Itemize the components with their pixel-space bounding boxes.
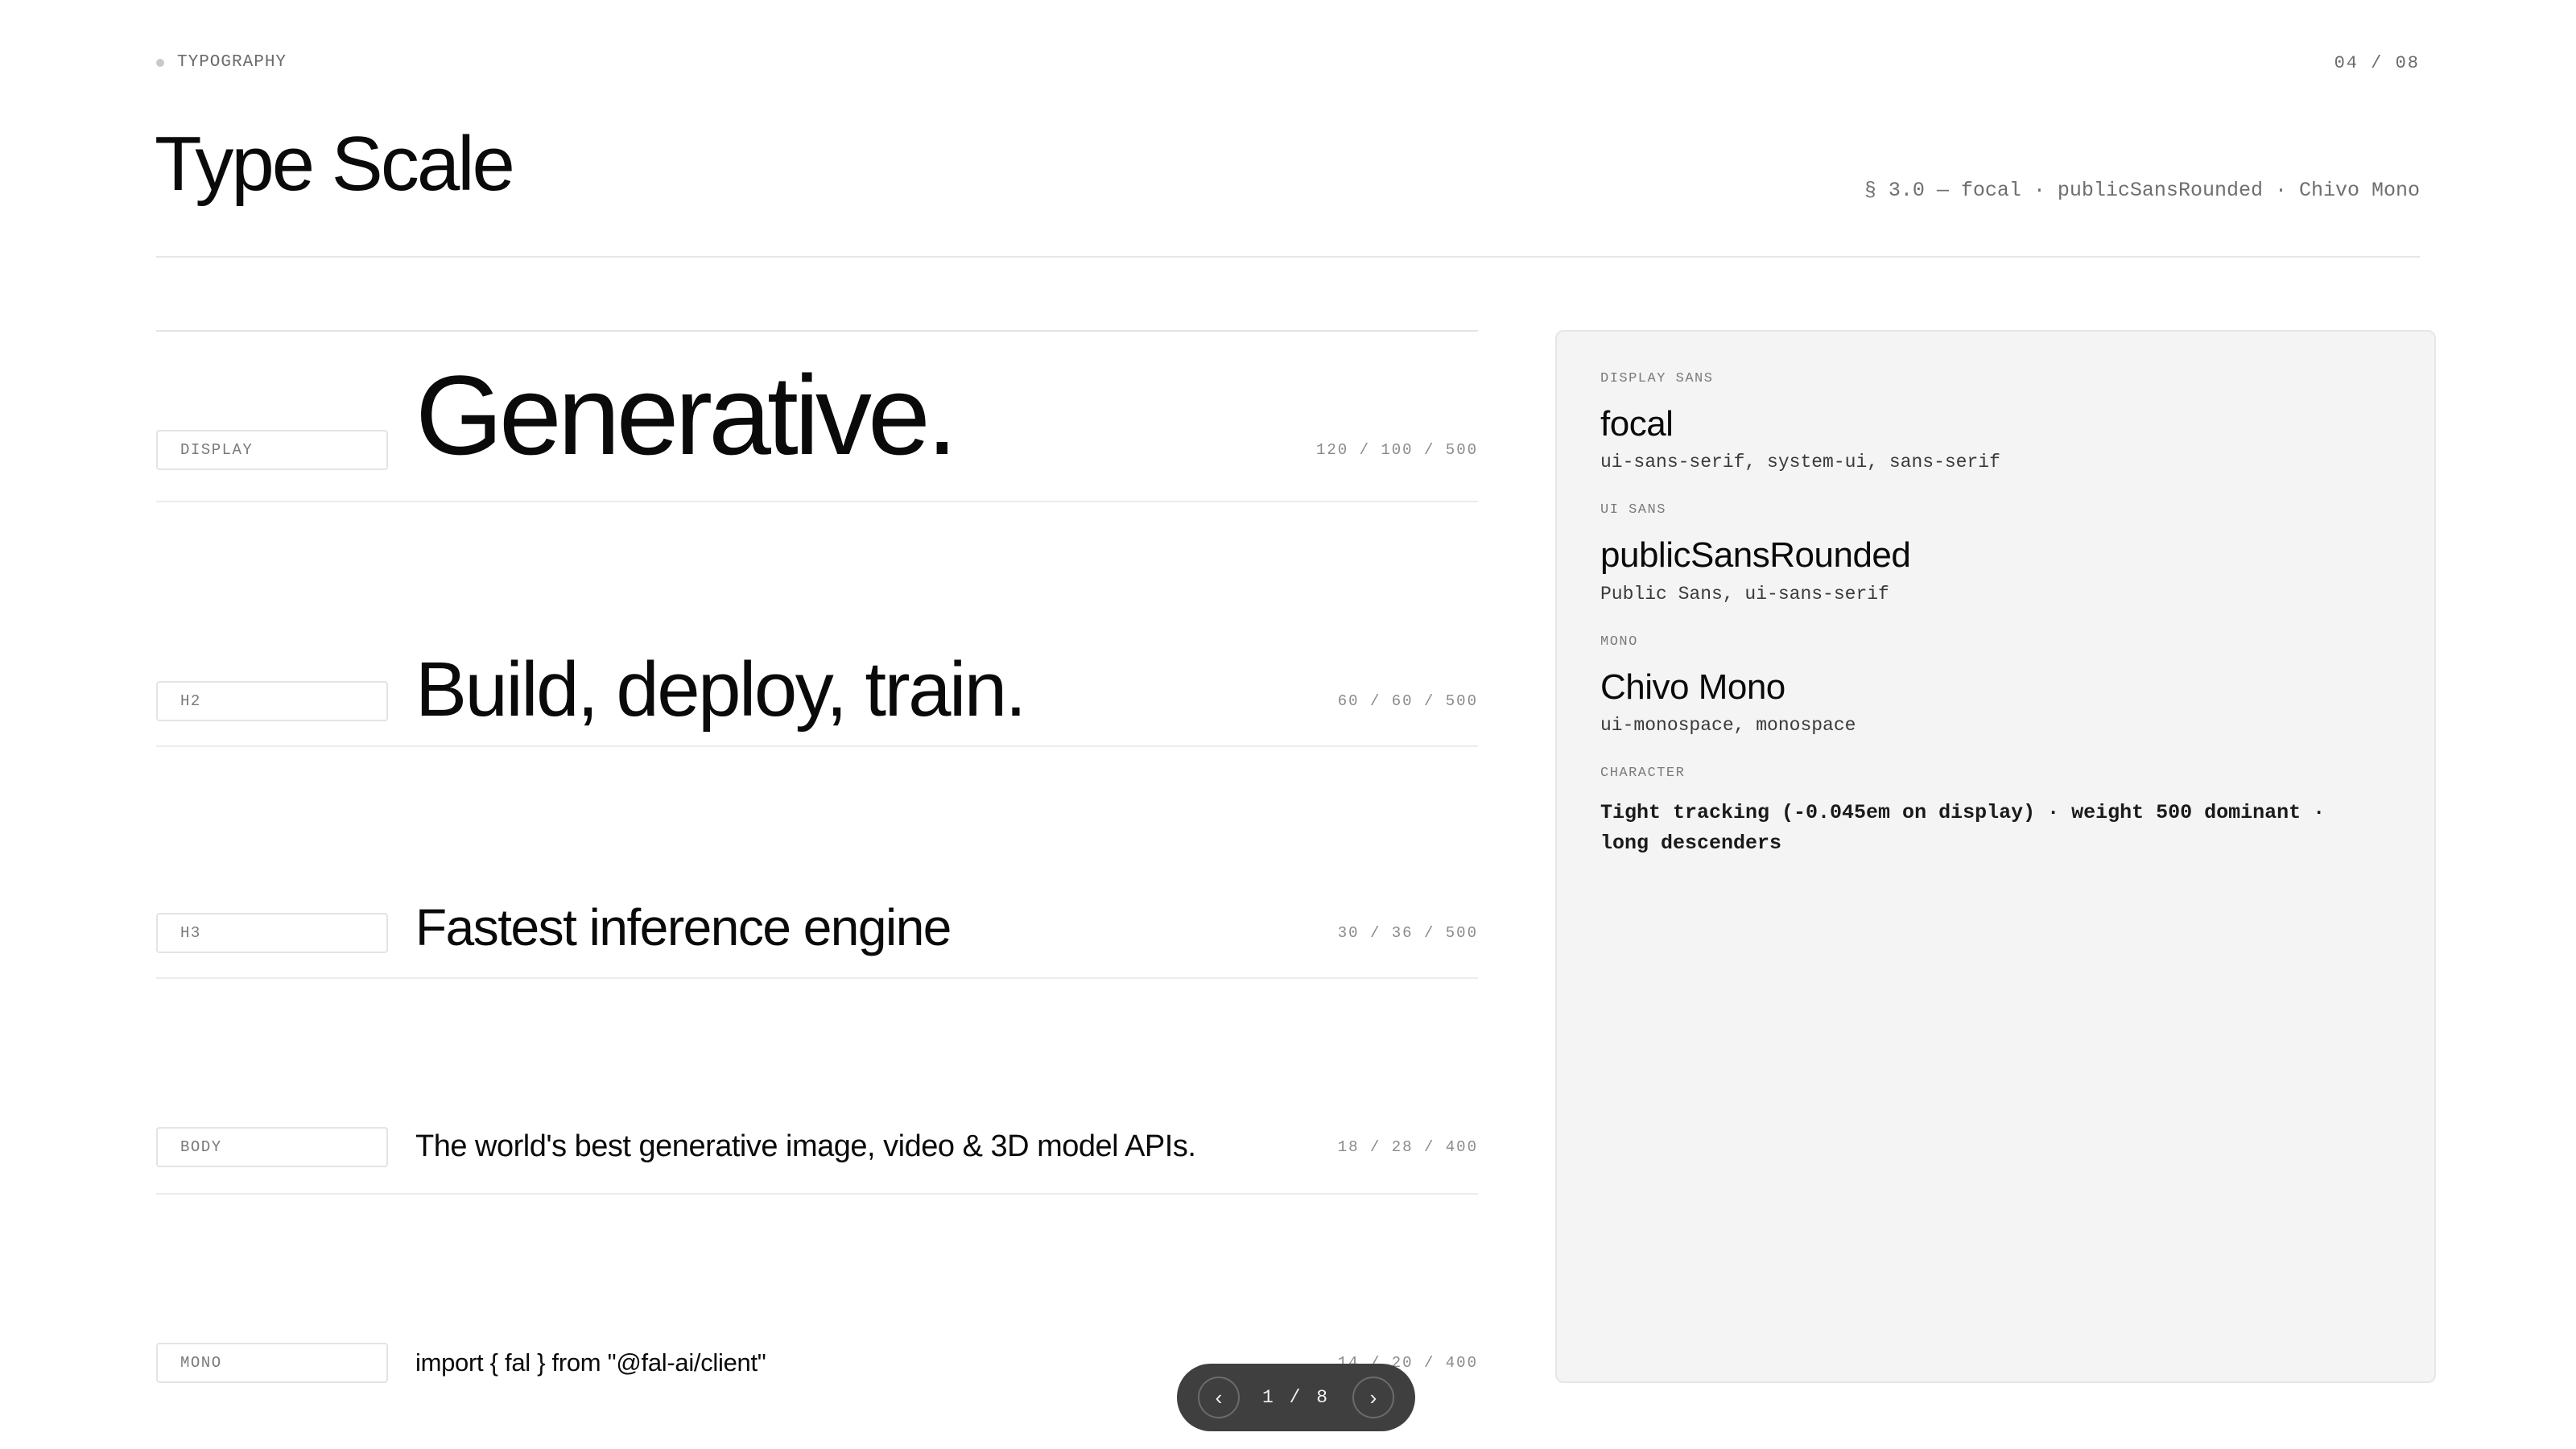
bullet-dot-icon [156,58,164,67]
scale-tag-mono: MONO [156,1343,388,1383]
scale-row-h3: H3 Fastest inference engine 30 / 36 / 50… [156,747,1478,979]
section-eyebrow: TYPOGRAPHY [156,53,287,72]
font-group-display-sans: DISPLAY SANS focal ui-sans-serif, system… [1600,372,2391,473]
font-summary: § 3.0 — focal · publicSansRounded · Chiv… [1864,179,2420,202]
font-group-ui-sans: UI SANS publicSansRounded Public Sans, u… [1600,503,2391,604]
scale-row-body: BODY The world's best generative image, … [156,979,1478,1195]
scale-metrics-body: 18 / 28 / 400 [1337,1138,1478,1156]
font-family-name: publicSansRounded [1600,535,1911,576]
font-group-label: UI SANS [1600,502,1666,518]
font-family-stack: Public Sans, ui-sans-serif [1600,583,1889,605]
scale-row-display: DISPLAY Generative. 120 / 100 / 500 [156,330,1478,502]
chevron-left-icon: ‹ [1215,1385,1223,1410]
font-group-label: DISPLAY SANS [1600,371,1714,386]
scale-tag-body: BODY [156,1127,388,1167]
page-title: Type Scale [155,121,515,207]
font-family-name: Chivo Mono [1600,667,1785,707]
scale-metrics-h2: 60 / 60 / 500 [1337,692,1478,710]
scale-sample-h2: Build, deploy, train. [415,646,1026,733]
slide-pager: ‹ 1 / 8 › [1177,1364,1415,1431]
prev-slide-button[interactable]: ‹ [1198,1377,1240,1418]
scale-row-h2: H2 Build, deploy, train. 60 / 60 / 500 [156,501,1478,747]
scale-metrics-h3: 30 / 36 / 500 [1337,924,1478,942]
header-divider [156,256,2420,258]
scale-sample-mono: import { fal } from "@fal-ai/client" [415,1348,766,1377]
character-label: CHARACTER [1600,766,1686,782]
scale-tag-display: DISPLAY [156,430,388,470]
font-group-character: CHARACTER Tight tracking (-0.045em on di… [1600,766,2391,859]
character-description: Tight tracking (-0.045em on display) · w… [1600,801,2326,856]
font-group-label: MONO [1600,634,1638,650]
next-slide-button[interactable]: › [1352,1377,1394,1418]
font-family-stack: ui-monospace, monospace [1600,715,1856,737]
font-group-mono: MONO Chivo Mono ui-monospace, monospace [1600,635,2391,736]
scale-metrics-display: 120 / 100 / 500 [1315,441,1478,459]
font-families-panel: DISPLAY SANS focal ui-sans-serif, system… [1555,330,2436,1383]
scale-sample-display: Generative. [415,352,958,478]
page-counter: 04 / 08 [2334,53,2420,73]
slide-count: 1 / 8 [1261,1387,1330,1408]
chevron-right-icon: › [1369,1385,1377,1410]
scale-sample-body: The world's best generative image, video… [415,1129,1196,1163]
font-family-stack: ui-sans-serif, system-ui, sans-serif [1600,452,2000,473]
scale-tag-h3: H3 [156,913,388,953]
scale-tag-h2: H2 [156,681,388,721]
font-family-name: focal [1600,404,1674,444]
section-label: TYPOGRAPHY [177,53,287,72]
scale-sample-h3: Fastest inference engine [415,898,952,956]
